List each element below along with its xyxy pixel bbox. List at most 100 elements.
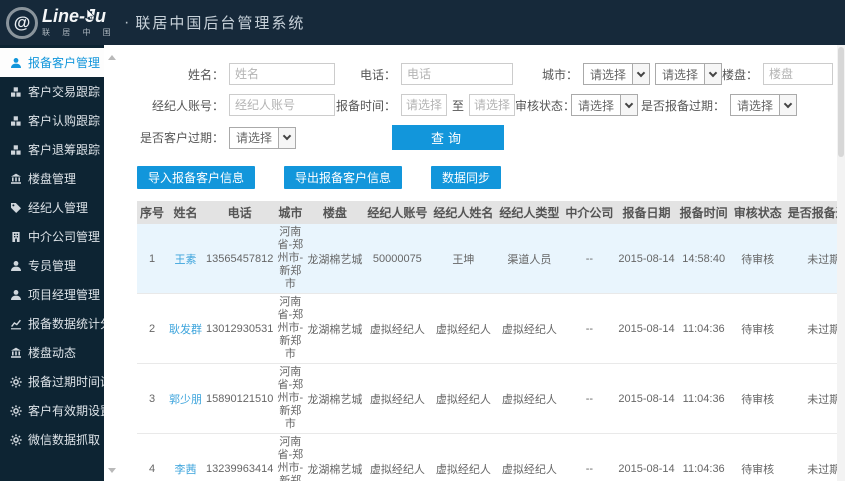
table-cell: 虚拟经纪人	[369, 463, 425, 476]
table-body: 1 王素 13565457812 河南省-郑州市-新郑市 龙湖棉艺城 50000075 王坤…	[137, 224, 845, 481]
report-time-label: 报备时间：	[335, 98, 396, 113]
cubes-icon	[9, 85, 22, 98]
content-scrollbar[interactable]	[837, 45, 845, 481]
cubes-icon	[9, 114, 22, 127]
sidebar-item-label: 微信数据抓取	[28, 433, 101, 447]
import-report-customers-button[interactable]: 导入报备客户信息	[137, 166, 255, 189]
audit-status-select[interactable]: 请选择	[571, 94, 639, 116]
table-cell: 待审核	[741, 253, 775, 266]
gear-icon	[9, 433, 22, 446]
table-cell: 11:04:36	[682, 322, 725, 335]
tag-icon	[9, 201, 22, 214]
sidebar-item[interactable]: 报备数据统计分析	[0, 309, 124, 338]
scrollbar-thumb[interactable]	[838, 47, 844, 157]
sidebar-item[interactable]: 中介公司管理	[0, 222, 104, 251]
table-cell: 待审核	[741, 463, 775, 476]
sidebar-item-label: 项目经理管理	[28, 288, 101, 302]
customer-name-link[interactable]: 耿发群	[169, 324, 202, 336]
table-cell: --	[585, 392, 594, 405]
phone-label: 电话：	[359, 67, 396, 82]
cursor-icon	[86, 9, 95, 20]
sidebar-item[interactable]: 客户有效期设置	[0, 396, 112, 425]
customer-name-link[interactable]: 郭少朋	[169, 394, 202, 406]
city-province-select[interactable]: 请选择	[582, 63, 650, 85]
sidebar-item[interactable]: 客户交易跟踪	[0, 77, 104, 106]
table-cell: 河南省-郑州市-新郑市	[277, 366, 304, 430]
table-row: 4李茜13239963414河南省-郑州市-新郑市龙湖棉艺城虚拟经纪人虚拟经纪人…	[137, 433, 845, 481]
sidebar-item-label: 中介公司管理	[28, 230, 101, 244]
app-header: @ Line-Ju 联 居 中 国 · 联居中国后台管理系统	[0, 0, 845, 45]
name-input[interactable]	[228, 63, 335, 85]
table-cell: 2015-08-14	[618, 462, 675, 475]
sidebar-item-label: 客户认购跟踪	[28, 114, 101, 128]
table-row: 3 郭少朋 15890121510 河南省-郑州市-新郑市 龙湖棉艺城 虚拟经纪人 虚拟经纪…	[137, 363, 845, 434]
chevron-down-icon	[779, 95, 796, 115]
sidebar-item-label: 楼盘动态	[28, 346, 77, 360]
sidebar-item[interactable]: 经纪人管理	[0, 193, 104, 222]
report-time-from-input[interactable]	[401, 94, 447, 116]
scroll-up-icon[interactable]	[108, 55, 116, 60]
agent-account-input[interactable]	[229, 94, 335, 116]
table-cell: 未过期	[807, 393, 841, 406]
chevron-down-icon	[620, 95, 638, 115]
sidebar-item[interactable]: 楼盘动态	[0, 338, 104, 367]
export-report-customers-button[interactable]: 导出报备客户信息	[284, 166, 402, 189]
page-title: 联居中国后台管理系统	[135, 15, 306, 32]
column-header: 序号	[137, 201, 168, 224]
table-cell: 4	[148, 462, 156, 475]
sidebar-item[interactable]: 楼盘管理	[0, 164, 104, 193]
logo-subtext: 联 居 中 国	[42, 28, 116, 37]
column-header: 姓名	[167, 201, 205, 224]
to-label: 至	[452, 98, 465, 113]
table-cell: 虚拟经纪人	[501, 323, 557, 336]
sidebar-scrollbar[interactable]	[104, 45, 118, 481]
sidebar-item[interactable]: 项目经理管理	[0, 280, 104, 309]
table-cell: 虚拟经纪人	[369, 323, 425, 336]
table-cell: 河南省-郑州市-新郑市	[277, 226, 304, 290]
report-time-to-input[interactable]	[469, 94, 516, 116]
column-header: 审核状态	[730, 201, 785, 224]
chevron-down-icon	[704, 64, 722, 84]
user-icon	[9, 288, 22, 301]
table-cell: 14:58:40	[682, 252, 726, 265]
bank-icon	[9, 172, 22, 185]
table-cell: 未过期	[807, 323, 841, 336]
report-customers-table: 序号 姓名 电话 城市 楼盘 经纪人账号 经纪人姓名 经纪人类型 中介公司 报备日期 报备时间 审核状…	[137, 201, 845, 481]
scroll-down-icon[interactable]	[108, 468, 116, 473]
table-cell: 虚拟经纪人	[501, 393, 557, 406]
estate-input[interactable]	[763, 63, 834, 85]
table-cell: 虚拟经纪人	[435, 463, 491, 476]
sidebar-item-label: 客户交易跟踪	[28, 85, 101, 99]
table-cell: 龙湖棉艺城	[307, 463, 363, 476]
customer-name-link[interactable]: 李茜	[175, 464, 197, 476]
agent-account-label: 经纪人账号：	[151, 98, 224, 113]
logo-at-icon: @	[6, 6, 38, 39]
table-cell: 15890121510	[206, 392, 274, 405]
data-sync-button[interactable]: 数据同步	[431, 166, 501, 189]
column-header: 经纪人类型	[496, 201, 563, 224]
sidebar-item[interactable]: 报备过期时间设置	[0, 367, 124, 396]
table-cell: 13239963414	[206, 462, 274, 475]
sidebar-item[interactable]: 客户退筹跟踪	[0, 135, 104, 164]
sidebar-item[interactable]: 客户认购跟踪	[0, 106, 104, 135]
table-cell: 李茜	[167, 434, 204, 481]
city-city-select[interactable]: 请选择	[655, 63, 723, 85]
customer-name-link[interactable]: 王素	[175, 254, 197, 266]
sidebar-item-label: 报备客户管理	[28, 56, 101, 70]
table-row: 2 耿发群 13012930531 河南省-郑州市-新郑市 龙湖棉艺城 虚拟经纪人 虚拟经纪…	[137, 293, 845, 364]
table-cell: 2015-08-14	[618, 322, 675, 335]
column-header: 是否报备过期	[784, 201, 845, 224]
customer-expire-select[interactable]: 请选择	[229, 126, 297, 149]
sidebar-item[interactable]: 报备客户管理	[0, 48, 104, 77]
search-button[interactable]: 查询	[392, 125, 505, 150]
column-header: 楼盘	[305, 201, 365, 224]
table-cell: 郭少朋	[167, 364, 204, 434]
sidebar-item[interactable]: 专员管理	[0, 251, 104, 280]
report-expire-select[interactable]: 请选择	[729, 94, 797, 116]
bank-icon	[9, 346, 22, 359]
table-cell: 渠道人员	[507, 253, 552, 266]
phone-input[interactable]	[400, 63, 513, 85]
sidebar-item[interactable]: 微信数据抓取	[0, 425, 104, 454]
cubes-icon	[9, 143, 22, 156]
estate-label: 楼盘：	[722, 67, 759, 82]
